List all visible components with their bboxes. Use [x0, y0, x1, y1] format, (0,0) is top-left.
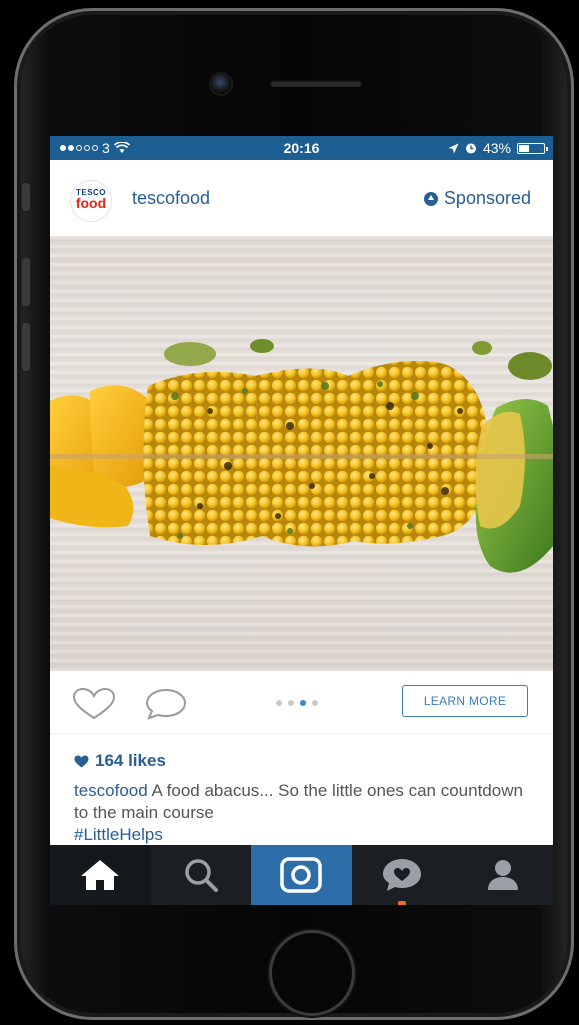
location-arrow-icon: [448, 143, 459, 153]
post-header: TESCO food tescofood Sponsored: [50, 160, 553, 236]
learn-more-button[interactable]: LEARN MORE: [402, 685, 528, 717]
like-heart-icon[interactable]: [72, 688, 116, 720]
battery-icon: [517, 142, 548, 154]
profile-icon: [487, 860, 518, 890]
volume-up-button: [22, 258, 30, 306]
mute-switch: [22, 183, 30, 211]
caption-hashtag[interactable]: #LittleHelps: [74, 824, 539, 846]
post-caption: tescofood A food abacus... So the little…: [74, 780, 539, 846]
carousel-dot: [288, 700, 294, 706]
home-icon: [81, 860, 120, 890]
avatar[interactable]: TESCO food: [70, 180, 112, 222]
filled-heart-icon: [74, 755, 89, 767]
comment-bubble-icon[interactable]: [145, 688, 187, 720]
earpiece-speaker: [270, 80, 362, 87]
phone-screen: 3 20:16 43% TESCO food tescofood Sponsor…: [50, 136, 553, 905]
post-actions: LEARN MORE: [50, 671, 553, 734]
bottom-tab-bar: [50, 845, 553, 905]
caption-username[interactable]: tescofood: [74, 781, 148, 800]
activity-icon: [383, 859, 422, 891]
sponsored-label[interactable]: Sponsored: [423, 188, 531, 209]
sponsored-arrow-icon: [423, 191, 438, 206]
carousel-dot: [300, 700, 306, 706]
carousel-dot: [276, 700, 282, 706]
tab-search[interactable]: [151, 845, 252, 905]
tab-profile[interactable]: [452, 845, 553, 905]
post-username[interactable]: tescofood: [132, 188, 210, 209]
tab-home[interactable]: [50, 845, 151, 905]
likes-count[interactable]: 164 likes: [74, 751, 166, 771]
sponsored-text: Sponsored: [443, 188, 531, 208]
search-icon: [185, 859, 218, 892]
volume-down-button: [22, 323, 30, 371]
carousel-dot: [312, 700, 318, 706]
post-photo[interactable]: [50, 236, 553, 671]
camera-icon: [280, 857, 323, 893]
tab-activity[interactable]: [352, 845, 453, 905]
home-button[interactable]: [269, 930, 355, 1016]
front-camera: [211, 74, 231, 94]
grilled-corn-skewer-image: [50, 339, 553, 573]
tab-camera[interactable]: [251, 845, 352, 905]
alarm-icon: [465, 143, 476, 154]
carousel-indicator: [276, 700, 318, 706]
activity-notification-dot: [398, 901, 407, 905]
avatar-brand-line2: food: [75, 195, 107, 211]
likes-text: 164 likes: [95, 751, 166, 770]
battery-percent: 43%: [482, 140, 511, 156]
status-bar: 3 20:16 43%: [50, 136, 553, 160]
